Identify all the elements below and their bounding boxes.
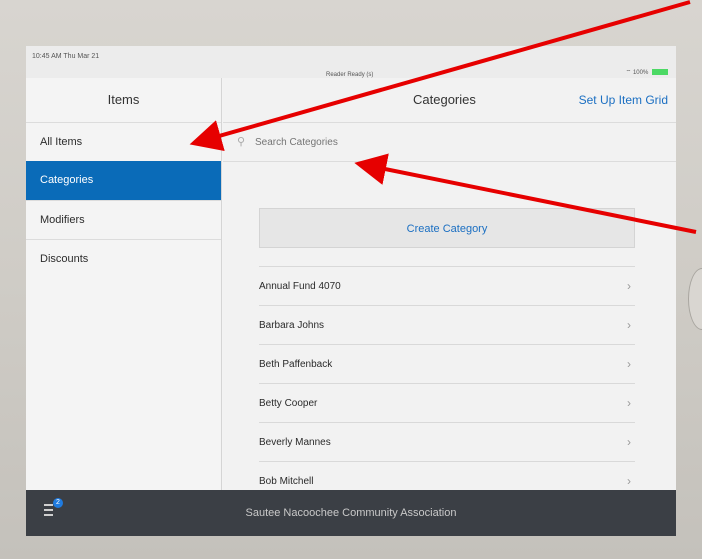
chevron-right-icon: ›: [627, 318, 631, 332]
sidebar-item-label: All Items: [40, 136, 83, 148]
chevron-right-icon: ›: [627, 396, 631, 410]
sidebar-item-all-items[interactable]: All Items: [26, 122, 221, 161]
chevron-right-icon: ›: [627, 435, 631, 449]
chevron-right-icon: ›: [627, 357, 631, 371]
status-indicators: ⌔ 100%: [626, 68, 668, 76]
list-item[interactable]: Beth Paffenback ›: [259, 344, 635, 383]
list-item[interactable]: Beverly Mannes ›: [259, 422, 635, 461]
set-up-item-grid-link[interactable]: Set Up Item Grid: [579, 78, 668, 122]
wifi-icon: ⌔: [625, 70, 632, 76]
category-name: Barbara Johns: [259, 320, 325, 331]
list-item[interactable]: Annual Fund 4070 ›: [259, 266, 635, 305]
sidebar-title: Items: [107, 92, 140, 107]
status-time: 10:45 AM Thu Mar 21: [32, 53, 100, 60]
list-item[interactable]: Betty Cooper ›: [259, 383, 635, 422]
sidebar-item-label: Categories: [40, 174, 94, 186]
battery-percent: 100%: [632, 70, 649, 76]
status-bar: 10:45 AM Thu Mar 21 Reader Ready (s) ⌔ 1…: [26, 46, 676, 78]
sidebar-item-label: Modifiers: [40, 214, 85, 226]
main-header: Categories Set Up Item Grid: [223, 78, 676, 122]
list-item[interactable]: Barbara Johns ›: [259, 305, 635, 344]
category-name: Annual Fund 4070: [259, 281, 341, 292]
create-category-button[interactable]: Create Category: [259, 208, 635, 248]
organization-name: Sautee Nacoochee Community Association: [245, 507, 457, 519]
chevron-right-icon: ›: [627, 279, 631, 293]
search-bar: ⚲: [223, 122, 676, 162]
sidebar: Items All Items Categories Modifiers Dis…: [26, 78, 222, 490]
main-panel: Categories Set Up Item Grid ⚲ Create Cat…: [223, 78, 676, 490]
sidebar-item-discounts[interactable]: Discounts: [26, 239, 221, 278]
category-name: Beth Paffenback: [259, 359, 333, 370]
bottom-bar: 2 Sautee Nacoochee Community Association: [26, 490, 676, 536]
search-icon: ⚲: [237, 136, 246, 148]
page-title: Categories: [413, 92, 476, 107]
sidebar-item-label: Discounts: [40, 253, 89, 265]
app-screen: 10:45 AM Thu Mar 21 Reader Ready (s) ⌔ 1…: [26, 46, 676, 536]
search-input[interactable]: [255, 131, 555, 153]
sidebar-item-categories[interactable]: Categories: [26, 161, 221, 200]
battery-icon: [652, 69, 668, 76]
sidebar-item-modifiers[interactable]: Modifiers: [26, 200, 221, 239]
category-name: Betty Cooper: [259, 398, 318, 409]
category-name: Beverly Mannes: [259, 437, 331, 448]
category-list: Annual Fund 4070 › Barbara Johns › Beth …: [259, 266, 635, 500]
